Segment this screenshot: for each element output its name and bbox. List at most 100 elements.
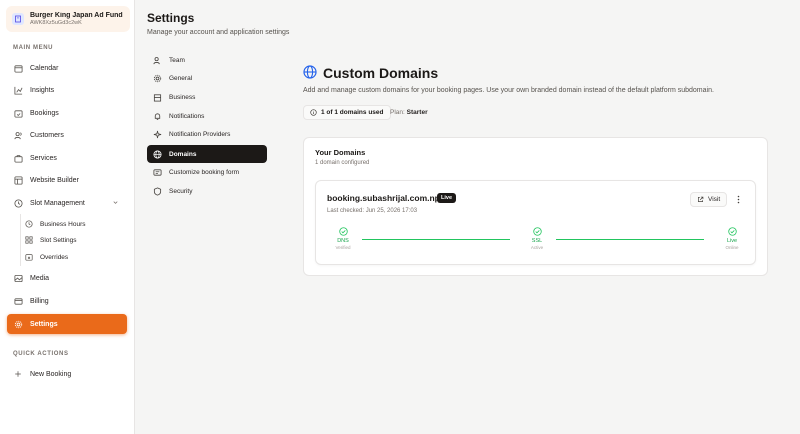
domain-item: booking.subashrijal.com.np Live Last che… [315, 180, 756, 265]
new-booking-label: New Booking [30, 370, 72, 378]
custom-domains-description: Add and manage custom domains for your b… [303, 87, 714, 94]
step-live: Live Online [712, 227, 752, 250]
quick-actions-title: QUICK ACTIONS [13, 351, 69, 357]
globe-icon [153, 149, 162, 159]
settings-tab-label: Business [169, 93, 196, 101]
last-checked: Last checked: Jun 25, 2026 17:03 [327, 208, 418, 214]
sidebar-item-label: Services [30, 154, 57, 162]
building-icon [12, 13, 24, 25]
visit-label: Visit [708, 196, 721, 203]
sidebar-item-label: Media [30, 274, 50, 282]
custom-domains-header: Custom Domains [303, 65, 438, 81]
sidebar-item-website-builder[interactable]: Website Builder [7, 171, 127, 189]
settings-tab-label: General [169, 74, 193, 82]
plan-label: Plan: [390, 109, 405, 116]
settings-tab-customize-booking-form[interactable]: Customize booking form [147, 163, 267, 181]
credit-card-icon [13, 296, 23, 306]
sidebar-item-label: Billing [30, 297, 49, 305]
submenu-guide-line [20, 214, 21, 266]
sidebar-subitem-label: Overrides [40, 253, 69, 261]
shield-icon [153, 186, 162, 196]
settings-tab-security[interactable]: Security [147, 182, 267, 200]
users-icon [13, 130, 23, 140]
step-status: Online [725, 245, 739, 250]
step-dns: DNS Verified [323, 227, 363, 250]
settings-tab-business[interactable]: Business [147, 88, 267, 106]
settings-tab-domains[interactable]: Domains [147, 145, 267, 163]
clock-icon [25, 220, 33, 228]
sidebar-item-label: Website Builder [30, 176, 79, 184]
step-status: Active [530, 245, 544, 250]
main-menu-title: MAIN MENU [13, 45, 54, 51]
users-icon [153, 56, 162, 65]
sidebar-item-label: Slot Management [30, 199, 85, 207]
settings-tab-label: Customize booking form [169, 168, 240, 176]
sidebar: Burger King Japan Ad Fund AWK8Xz5uGd3c2w… [0, 0, 135, 434]
step-label: Live [726, 238, 738, 244]
sidebar-item-label: Settings [30, 320, 58, 328]
domain-name: booking.subashrijal.com.np [327, 193, 440, 203]
sidebar-item-slot-management[interactable]: Slot Management [7, 194, 127, 212]
more-options-icon[interactable] [733, 193, 743, 205]
sidebar-item-billing[interactable]: Billing [7, 292, 127, 310]
sidebar-subitem-slot-settings[interactable]: Slot Settings [25, 233, 77, 247]
settings-tab-label: Notifications [169, 112, 205, 120]
clock-icon [13, 198, 23, 208]
new-booking-button[interactable]: New Booking [7, 365, 127, 383]
sidebar-item-label: Bookings [30, 109, 59, 117]
building-icon [153, 93, 162, 102]
progress-track-dns-ssl [362, 239, 510, 240]
sidebar-subitem-overrides[interactable]: Overrides [25, 250, 68, 264]
step-label: DNS [337, 238, 349, 244]
plan-info: Plan: Starter [390, 109, 428, 116]
settings-tab-label: Domains [169, 150, 197, 158]
sidebar-subitem-business-hours[interactable]: Business Hours [25, 217, 86, 231]
sidebar-item-settings[interactable]: Settings [7, 314, 127, 334]
image-icon [13, 273, 23, 283]
chart-icon [13, 85, 23, 95]
custom-domains-title: Custom Domains [323, 65, 439, 81]
settings-tab-notification-providers[interactable]: Notification Providers [147, 125, 267, 143]
settings-tab-label: Team [169, 56, 185, 64]
domain-usage-text: 1 of 1 domains used [321, 109, 384, 116]
layout-icon [13, 175, 23, 185]
check-circle-icon [532, 227, 542, 236]
progress-track-ssl-live [556, 239, 704, 240]
page-subtitle: Manage your account and application sett… [147, 29, 290, 36]
calendar-icon [13, 63, 23, 73]
external-link-icon [697, 196, 704, 203]
step-status: Verified [335, 245, 351, 250]
briefcase-icon [13, 153, 23, 163]
your-domains-count: 1 domain configured [315, 160, 370, 166]
sidebar-subitem-label: Business Hours [40, 220, 86, 228]
sidebar-item-services[interactable]: Services [7, 149, 127, 167]
check-circle-icon [338, 227, 348, 236]
sidebar-item-calendar[interactable]: Calendar [7, 59, 127, 77]
globe-icon [303, 65, 317, 81]
your-domains-card: Your Domains 1 domain configured booking… [303, 137, 768, 276]
sidebar-item-insights[interactable]: Insights [7, 81, 127, 99]
info-icon [310, 109, 317, 116]
plus-icon [13, 369, 23, 379]
status-badge: Live [437, 193, 457, 203]
sidebar-item-label: Insights [30, 86, 55, 94]
bell-icon [153, 112, 162, 121]
org-switcher[interactable]: Burger King Japan Ad Fund AWK8Xz5uGd3c2w… [6, 6, 130, 32]
grid-icon [25, 236, 33, 244]
org-id: AWK8Xz5uGd3c2wK [30, 20, 82, 26]
settings-tab-team[interactable]: Team [147, 51, 267, 69]
page-title: Settings [147, 11, 195, 25]
gear-icon [13, 319, 23, 329]
sidebar-item-media[interactable]: Media [7, 269, 127, 287]
settings-tab-general[interactable]: General [147, 69, 267, 87]
visit-button[interactable]: Visit [690, 192, 728, 207]
sidebar-item-bookings[interactable]: Bookings [7, 104, 127, 122]
gear-icon [153, 74, 162, 83]
chevron-down-icon[interactable] [112, 199, 119, 208]
step-label: SSL [531, 238, 543, 244]
settings-tab-notifications[interactable]: Notifications [147, 107, 267, 125]
sidebar-item-label: Customers [30, 131, 64, 139]
step-ssl: SSL Active [517, 227, 557, 250]
plan-value: Starter [406, 109, 428, 116]
sidebar-item-customers[interactable]: Customers [7, 126, 127, 144]
